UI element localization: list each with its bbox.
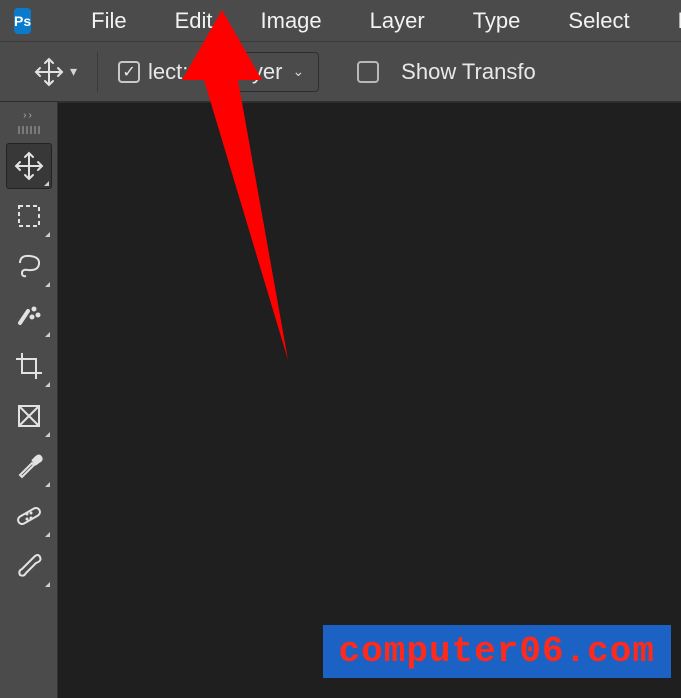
frame-icon xyxy=(15,402,43,430)
tool-flyout-indicator xyxy=(45,382,50,387)
tool-flyout-indicator xyxy=(45,532,50,537)
tool-flyout-indicator xyxy=(45,332,50,337)
move-icon xyxy=(14,151,44,181)
tools-panel: ›› xyxy=(0,102,58,698)
tool-flyout-indicator xyxy=(45,232,50,237)
chevron-down-icon: ▾ xyxy=(70,63,77,80)
app-logo-text: Ps xyxy=(14,13,31,29)
canvas-area[interactable] xyxy=(58,102,681,698)
options-bar: ▾ ✓ lect: Layer ⌄ Show Transfo xyxy=(0,42,681,102)
quick-select-icon xyxy=(14,301,44,331)
crop-icon xyxy=(14,351,44,381)
workspace: ›› xyxy=(0,102,681,698)
watermark: computer06.com xyxy=(323,625,671,678)
show-transform-label: Show Transfo xyxy=(401,59,536,85)
menu-file[interactable]: File xyxy=(67,2,150,40)
menu-bar: Ps File Edit Image Layer Type Select Fi xyxy=(0,0,681,42)
tool-flyout-indicator xyxy=(45,582,50,587)
move-icon xyxy=(34,57,64,87)
tool-flyout-indicator xyxy=(45,432,50,437)
menu-layer[interactable]: Layer xyxy=(346,2,449,40)
brush-icon xyxy=(14,551,44,581)
menu-image[interactable]: Image xyxy=(237,2,346,40)
auto-select-label: lect: xyxy=(148,59,188,85)
menu-edit[interactable]: Edit xyxy=(151,2,237,40)
lasso-tool[interactable] xyxy=(6,243,52,289)
menu-type[interactable]: Type xyxy=(449,2,545,40)
panel-grip[interactable] xyxy=(9,125,49,135)
eyedropper-icon xyxy=(14,451,44,481)
tool-flyout-indicator xyxy=(44,181,49,186)
marquee-icon xyxy=(15,202,43,230)
brush-tool[interactable] xyxy=(6,543,52,589)
tool-flyout-indicator xyxy=(45,282,50,287)
auto-select-row: ✓ lect: xyxy=(118,59,188,85)
quick-selection-tool[interactable] xyxy=(6,293,52,339)
frame-tool[interactable] xyxy=(6,393,52,439)
menu-filter[interactable]: Fi xyxy=(654,2,681,40)
healing-brush-tool[interactable] xyxy=(6,493,52,539)
auto-select-checkbox[interactable]: ✓ xyxy=(118,61,140,83)
show-transform-checkbox[interactable] xyxy=(357,61,379,83)
move-tool[interactable] xyxy=(6,143,52,189)
eyedropper-tool[interactable] xyxy=(6,443,52,489)
marquee-tool[interactable] xyxy=(6,193,52,239)
menu-select[interactable]: Select xyxy=(544,2,653,40)
panel-collapse-handle[interactable]: ›› xyxy=(23,108,34,125)
tool-flyout-indicator xyxy=(45,482,50,487)
auto-select-target-dropdown[interactable]: Layer ⌄ xyxy=(210,52,319,92)
chevron-down-icon: ⌄ xyxy=(292,63,304,80)
crop-tool[interactable] xyxy=(6,343,52,389)
separator xyxy=(97,52,98,92)
lasso-icon xyxy=(14,251,44,281)
active-tool-indicator[interactable]: ▾ xyxy=(34,57,77,87)
dropdown-value: Layer xyxy=(227,59,282,85)
app-logo: Ps xyxy=(14,8,31,34)
bandage-icon xyxy=(14,501,44,531)
